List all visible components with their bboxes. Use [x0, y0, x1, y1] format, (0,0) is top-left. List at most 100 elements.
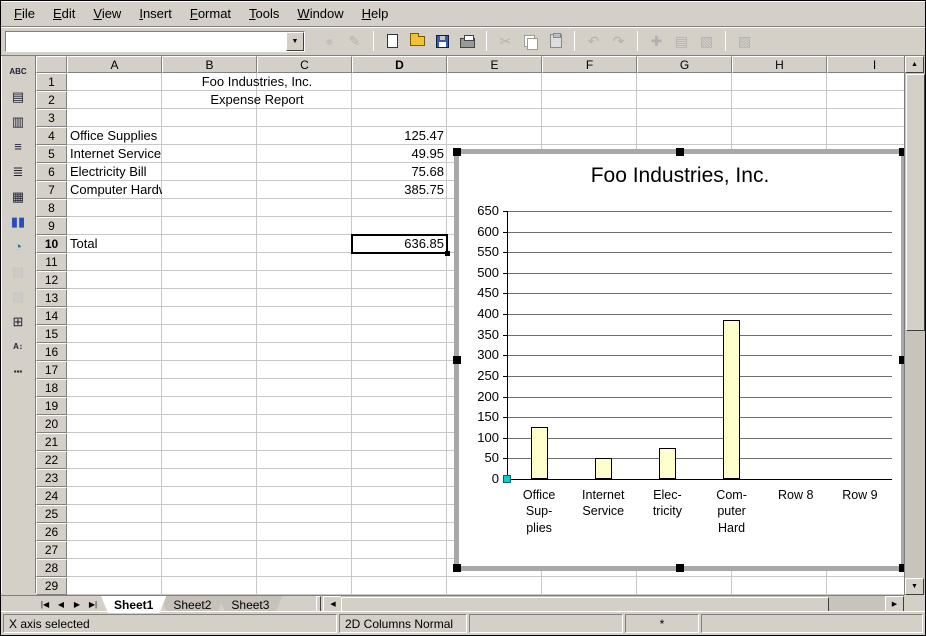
- row-header-16[interactable]: 16: [36, 343, 67, 361]
- cell-d6[interactable]: 75.68: [352, 163, 447, 181]
- cell-a10[interactable]: Total: [67, 235, 162, 253]
- row-header-10[interactable]: 10: [36, 235, 67, 253]
- cell-a7[interactable]: Computer Hardware: [67, 181, 162, 199]
- row-header-15[interactable]: 15: [36, 325, 67, 343]
- column-header-b[interactable]: B: [162, 56, 257, 73]
- row-header-5[interactable]: 5: [36, 145, 67, 163]
- chart-bar[interactable]: [595, 458, 612, 479]
- chart-axes-icon[interactable]: ▥: [5, 110, 31, 133]
- row-header-27[interactable]: 27: [36, 541, 67, 559]
- row-header-4[interactable]: 4: [36, 127, 67, 145]
- scroll-left-icon[interactable]: ◀: [323, 596, 342, 612]
- row-header-12[interactable]: 12: [36, 271, 67, 289]
- vertical-scroll-thumb[interactable]: [906, 74, 925, 331]
- cell-d7[interactable]: 385.75: [352, 181, 447, 199]
- legend-toggle-icon[interactable]: ≣: [5, 160, 31, 183]
- menu-insert[interactable]: Insert: [130, 2, 181, 25]
- chart-selection-handle[interactable]: [453, 564, 461, 572]
- chart-bar[interactable]: [531, 427, 548, 479]
- cell-a6[interactable]: Electricity Bill: [67, 163, 162, 181]
- column-header-h[interactable]: H: [732, 56, 827, 73]
- vertical-scrollbar[interactable]: ▲ ▼: [904, 56, 925, 595]
- sheet-tab-sheet1[interactable]: Sheet1: [101, 596, 166, 613]
- column-header-a[interactable]: A: [67, 56, 162, 73]
- column-header-d[interactable]: D: [352, 56, 447, 73]
- scroll-up-icon[interactable]: ▲: [905, 56, 924, 73]
- menu-file[interactable]: File: [5, 2, 44, 25]
- chart-selection-handle[interactable]: [676, 148, 684, 156]
- chart-bar[interactable]: [659, 448, 676, 479]
- chart-plot-area[interactable]: 050100150200250300350400450500550600650O…: [459, 154, 901, 566]
- grid-toggle-icon[interactable]: ▦: [5, 185, 31, 208]
- scroll-down-icon[interactable]: ▼: [905, 578, 924, 595]
- data-in-columns-icon[interactable]: ⊞: [5, 310, 31, 333]
- row-header-26[interactable]: 26: [36, 523, 67, 541]
- row-header-28[interactable]: 28: [36, 559, 67, 577]
- row-header-25[interactable]: 25: [36, 505, 67, 523]
- menu-view[interactable]: View: [84, 2, 130, 25]
- y-axis-tick-label: 50: [461, 450, 499, 466]
- row-header-3[interactable]: 3: [36, 109, 67, 127]
- column-header-e[interactable]: E: [447, 56, 542, 73]
- row-header-2[interactable]: 2: [36, 91, 67, 109]
- row-header-7[interactable]: 7: [36, 181, 67, 199]
- row-header-9[interactable]: 9: [36, 217, 67, 235]
- x-axis-line[interactable]: [507, 479, 892, 480]
- row-header-1[interactable]: 1: [36, 73, 67, 91]
- row-header-6[interactable]: 6: [36, 163, 67, 181]
- copy-icon-glyph: [524, 35, 537, 48]
- cell-d4[interactable]: 125.47: [352, 127, 447, 145]
- row-header-21[interactable]: 21: [36, 433, 67, 451]
- select-all-corner[interactable]: [36, 56, 67, 73]
- row-header-29[interactable]: 29: [36, 577, 67, 595]
- column-header-c[interactable]: C: [257, 56, 352, 73]
- chart-object[interactable]: Foo Industries, Inc. 0501001502002503003…: [454, 149, 906, 571]
- combo-dropdown-icon[interactable]: ▼: [286, 32, 304, 51]
- row-header-11[interactable]: 11: [36, 253, 67, 271]
- x-axis-selection-handle: [503, 475, 511, 483]
- cell-d5[interactable]: 49.95: [352, 145, 447, 163]
- row-header-13[interactable]: 13: [36, 289, 67, 307]
- row-header-23[interactable]: 23: [36, 469, 67, 487]
- column-header-f[interactable]: F: [542, 56, 637, 73]
- cell-a1[interactable]: Foo Industries, Inc.: [67, 73, 447, 91]
- axes-title-icon[interactable]: ≡: [5, 135, 31, 158]
- cell-a4[interactable]: Office Supplies: [67, 127, 162, 145]
- 3d-view-icon[interactable]: ◔: [5, 235, 31, 258]
- cell-cursor-handle[interactable]: [445, 251, 450, 256]
- save-document-icon[interactable]: [430, 30, 455, 52]
- chart-selection-handle[interactable]: [453, 148, 461, 156]
- print-icon[interactable]: [455, 30, 480, 52]
- column-header-g[interactable]: G: [637, 56, 732, 73]
- menu-format[interactable]: Format: [181, 2, 240, 25]
- chart-type-icon[interactable]: ▮▮: [5, 210, 31, 233]
- auto-layout-icon[interactable]: ▪▪▪: [5, 360, 31, 383]
- scale-text-icon[interactable]: A↕: [5, 335, 31, 358]
- menu-help[interactable]: Help: [353, 2, 398, 25]
- column-header-i[interactable]: I: [827, 56, 906, 73]
- formula-combo[interactable]: ▼: [5, 31, 305, 52]
- chart-selection-handle[interactable]: [453, 356, 461, 364]
- menu-edit[interactable]: Edit: [44, 2, 84, 25]
- formula-combo-input[interactable]: [6, 32, 286, 51]
- row-header-22[interactable]: 22: [36, 451, 67, 469]
- chart-selection-handle[interactable]: [676, 564, 684, 572]
- row-header-20[interactable]: 20: [36, 415, 67, 433]
- row-header-17[interactable]: 17: [36, 361, 67, 379]
- new-document-icon[interactable]: [380, 30, 405, 52]
- y-axis-line[interactable]: [507, 211, 508, 480]
- menu-window[interactable]: Window: [288, 2, 352, 25]
- spellcheck-icon[interactable]: ABC: [5, 60, 31, 83]
- row-header-24[interactable]: 24: [36, 487, 67, 505]
- row-header-18[interactable]: 18: [36, 379, 67, 397]
- cell-a5[interactable]: Internet Service: [67, 145, 162, 163]
- cell-a2[interactable]: Expense Report: [67, 91, 447, 109]
- row-header-8[interactable]: 8: [36, 199, 67, 217]
- scroll-right-icon[interactable]: ▶: [885, 596, 904, 612]
- menu-tools[interactable]: Tools: [240, 2, 288, 25]
- chart-bar[interactable]: [723, 320, 740, 479]
- chart-title-toggle-icon[interactable]: ▤: [5, 85, 31, 108]
- open-document-icon[interactable]: [405, 30, 430, 52]
- row-header-14[interactable]: 14: [36, 307, 67, 325]
- row-header-19[interactable]: 19: [36, 397, 67, 415]
